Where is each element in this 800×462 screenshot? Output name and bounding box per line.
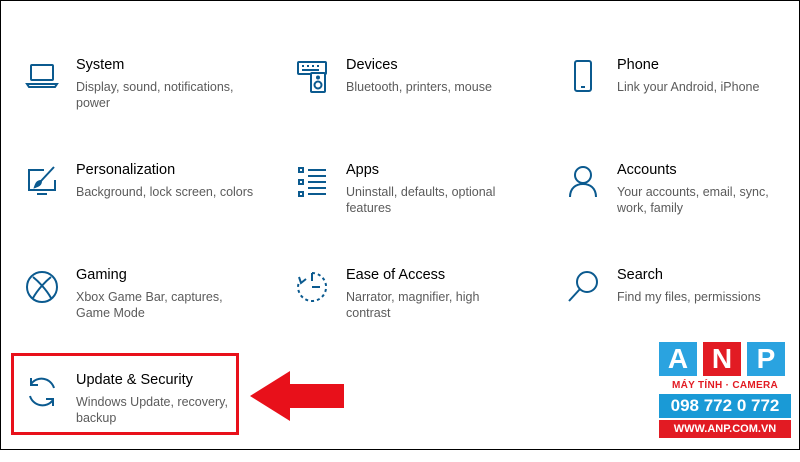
tile-title: Ease of Access [346, 267, 446, 283]
person-icon [565, 164, 601, 200]
keyboard-speaker-icon [294, 59, 330, 95]
tile-title: Accounts [617, 162, 677, 178]
settings-tile-devices[interactable]: Devices Bluetooth, printers, mouse [288, 57, 518, 147]
tile-description: Your accounts, email, sync, work, family [617, 185, 769, 215]
xbox-icon [24, 269, 60, 305]
highlight-box [11, 353, 239, 435]
settings-tile-system[interactable]: System Display, sound, notifications, po… [18, 57, 248, 147]
tile-title: Personalization [76, 162, 176, 178]
red-arrow-pointer [250, 371, 344, 421]
ease-of-access-timer-icon [294, 269, 330, 305]
settings-tile-gaming[interactable]: Gaming Xbox Game Bar, captures, Game Mod… [18, 267, 248, 357]
tile-description: Narrator, magnifier, high contrast [346, 290, 480, 320]
settings-tile-personalization[interactable]: Personalization Background, lock screen,… [18, 162, 253, 252]
logo-phone: 098 772 0 772 [659, 394, 791, 418]
logo-url: WWW.ANP.COM.VN [659, 420, 791, 438]
tile-description: Display, sound, notifications, power [76, 80, 234, 110]
settings-tile-accounts[interactable]: Accounts Your accounts, email, sync, wor… [559, 162, 789, 252]
tile-description: Find my files, permissions [617, 290, 761, 304]
anp-watermark-logo: A N P MÁY TÍNH · CAMERA 098 772 0 772 WW… [659, 342, 791, 440]
logo-tagline: MÁY TÍNH · CAMERA [671, 380, 779, 391]
phone-icon [565, 59, 601, 95]
tile-title: System [76, 57, 125, 73]
logo-letter: N [703, 342, 741, 376]
tile-description: Background, lock screen, colors [76, 185, 254, 199]
tile-title: Phone [617, 57, 659, 73]
tile-title: Apps [346, 162, 380, 178]
tile-description: Uninstall, defaults, optional features [346, 185, 496, 215]
tile-title: Search [617, 267, 663, 283]
settings-tile-phone[interactable]: Phone Link your Android, iPhone [559, 57, 789, 147]
logo-letter: A [659, 342, 697, 376]
search-icon [565, 269, 601, 305]
tile-description: Bluetooth, printers, mouse [346, 80, 492, 94]
laptop-icon [24, 59, 60, 95]
tile-title: Gaming [76, 267, 127, 283]
app-list-icon [294, 164, 330, 200]
paint-screen-icon [24, 164, 60, 200]
settings-tile-ease-of-access[interactable]: Ease of Access Narrator, magnifier, high… [288, 267, 518, 357]
tile-description: Xbox Game Bar, captures, Game Mode [76, 290, 223, 320]
settings-tile-apps[interactable]: Apps Uninstall, defaults, optional featu… [288, 162, 518, 252]
tile-description: Link your Android, iPhone [617, 80, 760, 94]
logo-letter: P [747, 342, 785, 376]
tile-title: Devices [346, 57, 398, 73]
